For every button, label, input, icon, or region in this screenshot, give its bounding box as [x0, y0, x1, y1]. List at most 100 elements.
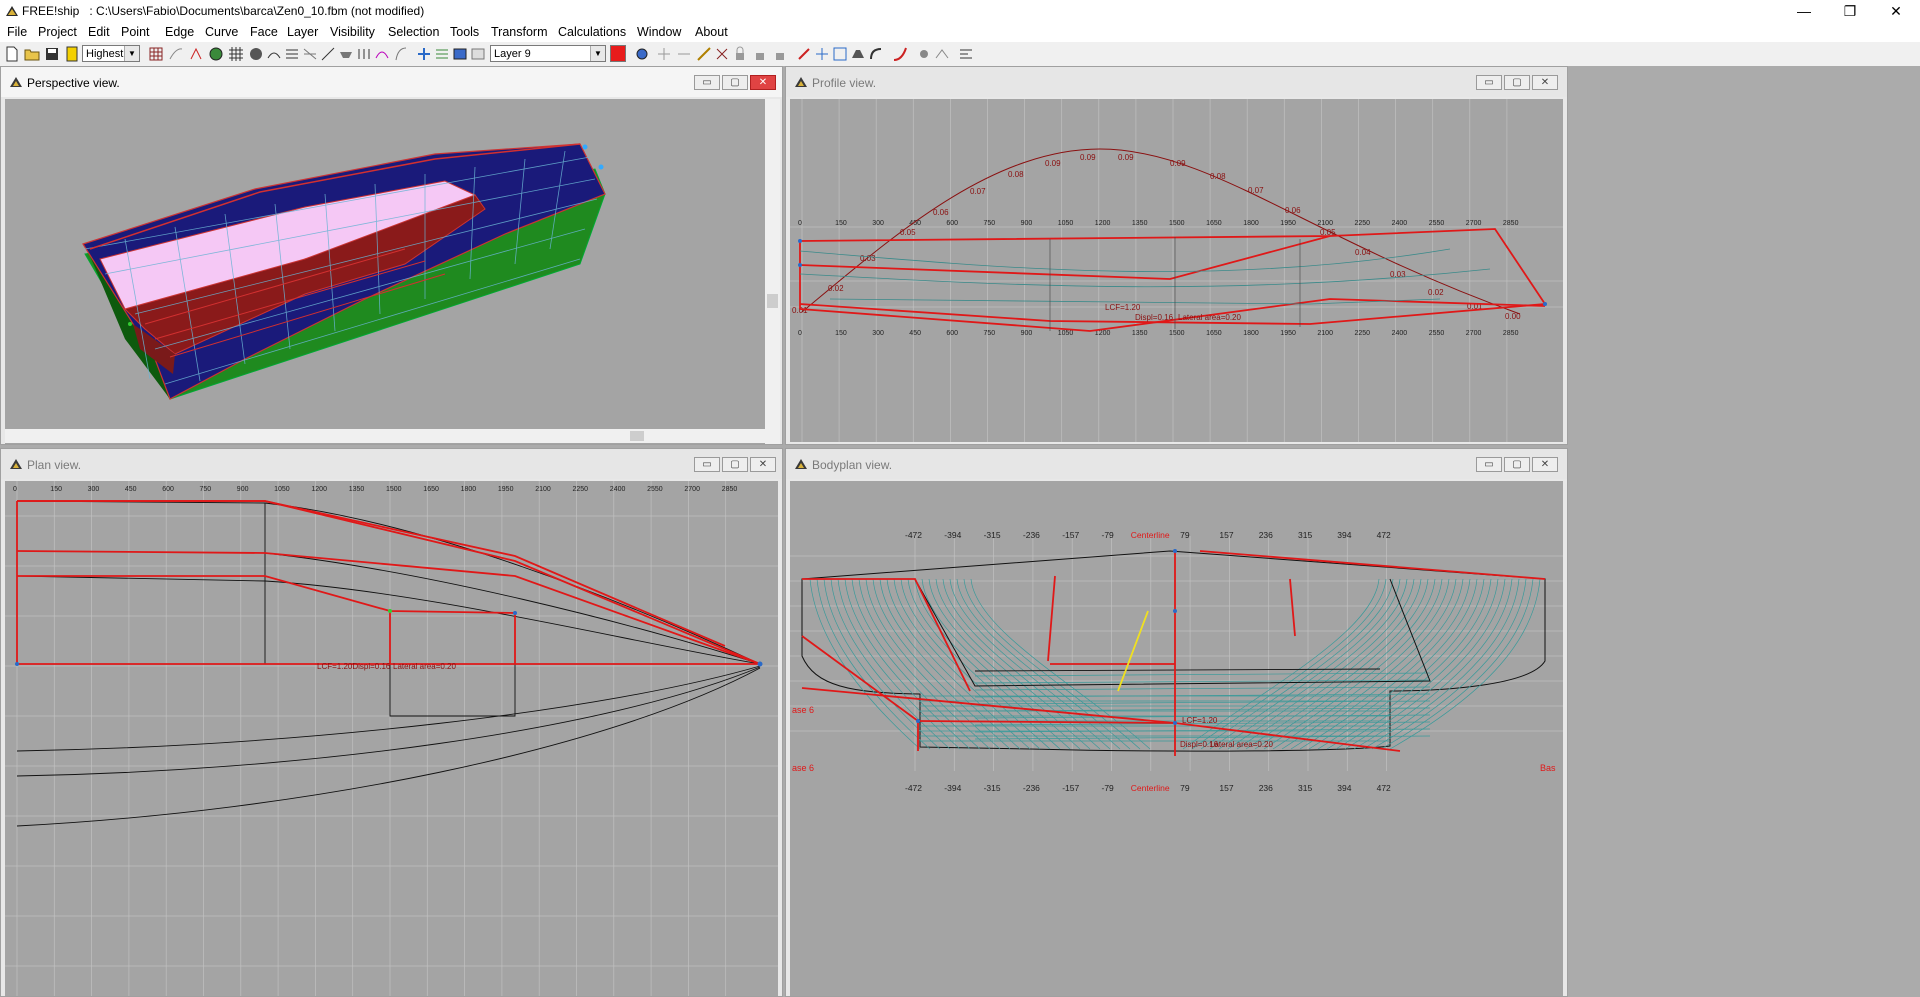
- menu-point[interactable]: Point: [121, 25, 150, 39]
- minimize-button[interactable]: ▭: [694, 457, 720, 472]
- save-icon[interactable]: [44, 46, 60, 62]
- export-icon[interactable]: [64, 46, 80, 62]
- scale-icon[interactable]: [832, 46, 848, 62]
- open-folder-icon[interactable]: [24, 46, 40, 62]
- plan-x-tick: 1200: [311, 486, 327, 493]
- shade-icon[interactable]: [208, 46, 224, 62]
- waterlines-icon[interactable]: [302, 46, 318, 62]
- grid-icon[interactable]: [228, 46, 244, 62]
- split-edge-icon[interactable]: [714, 46, 730, 62]
- check-model-icon[interactable]: [958, 46, 974, 62]
- flowlines-icon[interactable]: [374, 46, 390, 62]
- bodyplan-title: Bodyplan view.: [812, 458, 893, 472]
- control-net-icon[interactable]: [148, 46, 164, 62]
- collapse-point-icon[interactable]: [676, 46, 692, 62]
- profile-x-tick-bottom: 2100: [1317, 330, 1333, 337]
- sphere-icon[interactable]: [248, 46, 264, 62]
- close-button[interactable]: ✕: [750, 75, 776, 90]
- layer-visibility-icon[interactable]: [634, 46, 650, 62]
- menu-transform[interactable]: Transform: [491, 25, 548, 39]
- bodyplan-tick-top: 236: [1259, 530, 1273, 540]
- area-curve-label: 0.02: [1428, 288, 1444, 297]
- buttocks-icon[interactable]: [284, 46, 300, 62]
- curvature-icon[interactable]: [188, 46, 204, 62]
- bodyplan-tick-bottom: -157: [1062, 783, 1079, 793]
- menu-calculations[interactable]: Calculations: [558, 25, 626, 39]
- menu-about[interactable]: About: [695, 25, 728, 39]
- curve-icon[interactable]: [892, 46, 908, 62]
- move-icon[interactable]: [814, 46, 830, 62]
- new-file-icon[interactable]: [4, 46, 20, 62]
- mirror-icon[interactable]: [796, 46, 812, 62]
- bodyplan-tick-top: 394: [1337, 530, 1351, 540]
- fair-icon[interactable]: [934, 46, 950, 62]
- close-button[interactable]: ✕: [1874, 0, 1918, 22]
- menu-selection[interactable]: Selection: [388, 25, 439, 39]
- profile-x-tick-top: 1350: [1132, 220, 1148, 227]
- light-icon[interactable]: [916, 46, 932, 62]
- minimize-button[interactable]: ▭: [694, 75, 720, 90]
- menu-window[interactable]: Window: [637, 25, 681, 39]
- intersect-icon[interactable]: [868, 46, 884, 62]
- maximize-button[interactable]: ▢: [722, 457, 748, 472]
- design-hydrostatics-icon[interactable]: [452, 46, 468, 62]
- restore-button[interactable]: ❐: [1828, 0, 1872, 22]
- menu-layer[interactable]: Layer: [287, 25, 318, 39]
- minimize-button[interactable]: ▭: [1476, 75, 1502, 90]
- plan-viewport[interactable]: 0 150 300 450 600 750 900 1050 1200 1350 1500 1650 1…: [5, 481, 778, 996]
- menu-tools[interactable]: Tools: [450, 25, 479, 39]
- bodyplan-viewport[interactable]: -472 -394 -315 -236 -157 -79 Centerline 79 157 23…: [790, 481, 1563, 996]
- menu-face[interactable]: Face: [250, 25, 278, 39]
- layer-select[interactable]: Layer 9 ▼: [490, 45, 606, 62]
- layer-color-swatch[interactable]: [610, 45, 626, 62]
- unlock-icon[interactable]: [752, 46, 768, 62]
- area-curve-label: 0.03: [860, 254, 876, 263]
- precision-select[interactable]: Highest ▼: [82, 45, 140, 62]
- interior-edges-icon[interactable]: [168, 46, 184, 62]
- profile-x-tick-bottom: 300: [872, 330, 884, 337]
- profile-viewport[interactable]: 0 150 300 450 600 750 900 1050 1200 1350 1500 1650 1…: [790, 99, 1563, 442]
- selection-icon[interactable]: [416, 46, 432, 62]
- hydro-features-icon[interactable]: [392, 46, 408, 62]
- maximize-button[interactable]: ▢: [1504, 75, 1530, 90]
- unlock-all-icon[interactable]: [772, 46, 788, 62]
- scroll-thumb[interactable]: [630, 431, 644, 441]
- close-button[interactable]: ✕: [750, 457, 776, 472]
- menu-edge[interactable]: Edge: [165, 25, 194, 39]
- horizontal-scrollbar[interactable]: [5, 429, 765, 443]
- menu-file[interactable]: File: [7, 25, 27, 39]
- plan-x-tick: 1950: [498, 486, 514, 493]
- profile-x-tick-bottom: 1500: [1169, 330, 1185, 337]
- layer-properties-icon[interactable]: [470, 46, 486, 62]
- markers-icon[interactable]: [356, 46, 372, 62]
- profile-x-tick-top: 2400: [1392, 220, 1408, 227]
- rotate-icon[interactable]: [850, 46, 866, 62]
- close-button[interactable]: ✕: [1532, 457, 1558, 472]
- close-button[interactable]: ✕: [1532, 75, 1558, 90]
- insert-point-icon[interactable]: [656, 46, 672, 62]
- lock-icon[interactable]: [732, 46, 748, 62]
- perspective-viewport[interactable]: [5, 99, 765, 444]
- bodyplan-tick-bottom: -315: [984, 783, 1001, 793]
- new-edge-icon[interactable]: [696, 46, 712, 62]
- plan-x-tick: 2550: [647, 486, 663, 493]
- stations-icon[interactable]: [266, 46, 282, 62]
- bodyplan-tick-top: 472: [1377, 530, 1391, 540]
- plan-x-tick: 300: [88, 486, 100, 493]
- vertical-scrollbar[interactable]: [765, 99, 780, 444]
- menu-visibility[interactable]: Visibility: [330, 25, 375, 39]
- hull-icon[interactable]: [338, 46, 354, 62]
- diagonals-icon[interactable]: [320, 46, 336, 62]
- plan-x-tick: 0: [13, 486, 17, 493]
- leaks-icon[interactable]: [434, 46, 450, 62]
- maximize-button[interactable]: ▢: [722, 75, 748, 90]
- plan-title: Plan view.: [27, 458, 82, 472]
- menu-edit[interactable]: Edit: [88, 25, 110, 39]
- scroll-thumb[interactable]: [767, 294, 778, 308]
- menu-project[interactable]: Project: [38, 25, 77, 39]
- minimize-button[interactable]: —: [1782, 0, 1826, 22]
- minimize-button[interactable]: ▭: [1476, 457, 1502, 472]
- bodyplan-tick-top: -79: [1102, 530, 1115, 540]
- menu-curve[interactable]: Curve: [205, 25, 238, 39]
- maximize-button[interactable]: ▢: [1504, 457, 1530, 472]
